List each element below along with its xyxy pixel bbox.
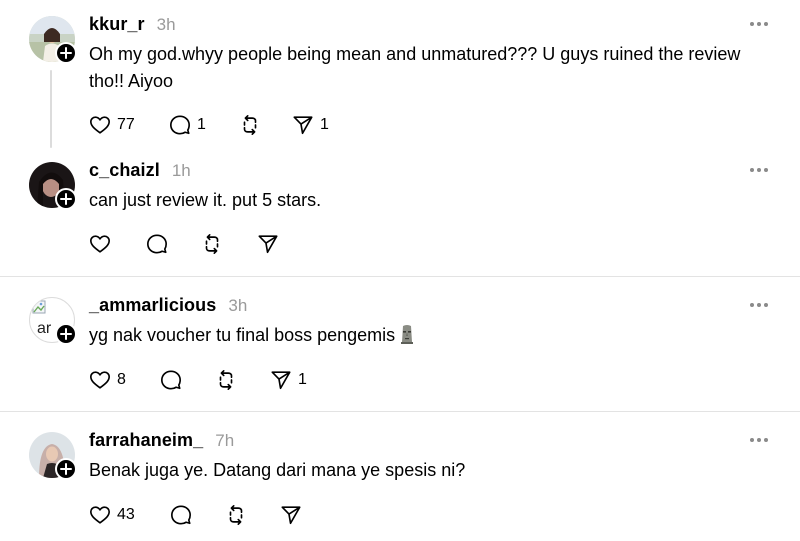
repost-button[interactable] bbox=[239, 113, 267, 137]
like-count: 77 bbox=[117, 116, 135, 133]
comment-icon bbox=[161, 370, 181, 390]
repost-button[interactable] bbox=[225, 503, 253, 527]
share-button[interactable]: 1 bbox=[292, 113, 329, 137]
follow-button[interactable] bbox=[55, 42, 77, 64]
timestamp: 7h bbox=[215, 431, 235, 450]
send-icon bbox=[271, 371, 291, 390]
post-text-content: yg nak voucher tu final boss pengemis bbox=[89, 325, 396, 345]
reply-post: c_chaizl 1h can just review it. put 5 st… bbox=[0, 150, 800, 276]
username[interactable]: _ammarlicious bbox=[89, 295, 216, 316]
heart-icon bbox=[90, 235, 110, 253]
post-header: kkur_r 3h bbox=[89, 14, 176, 35]
share-count: 1 bbox=[320, 116, 329, 133]
plus-icon bbox=[60, 47, 72, 59]
repost-icon bbox=[229, 505, 243, 525]
username[interactable]: kkur_r bbox=[89, 14, 145, 35]
avatar[interactable]: ar bbox=[29, 297, 77, 345]
more-options-button[interactable] bbox=[750, 302, 768, 308]
more-options-button[interactable] bbox=[750, 21, 768, 27]
like-button[interactable] bbox=[89, 232, 117, 256]
like-button[interactable]: 77 bbox=[89, 113, 135, 137]
repost-icon bbox=[243, 115, 257, 135]
timestamp: 3h bbox=[228, 296, 248, 315]
reply-button[interactable] bbox=[170, 503, 198, 527]
follow-button[interactable] bbox=[55, 188, 77, 210]
repost-button[interactable] bbox=[215, 368, 243, 392]
post-text: Oh my god.whyy people being mean and unm… bbox=[89, 44, 741, 91]
post-header: farrahaneim_ 7h bbox=[89, 430, 234, 451]
like-button[interactable]: 43 bbox=[89, 503, 135, 527]
post-text: Benak juga ye. Datang dari mana ye spesi… bbox=[89, 460, 466, 480]
share-button[interactable] bbox=[280, 503, 308, 527]
send-icon bbox=[281, 506, 301, 525]
username[interactable]: farrahaneim_ bbox=[89, 430, 203, 451]
plus-icon bbox=[60, 193, 72, 205]
repost-icon bbox=[205, 234, 219, 254]
reply-post: farrahaneim_ 7h Benak juga ye. Datang da… bbox=[0, 412, 800, 541]
reply-post: ar _ammarlicious 3h yg nak voucher tu fi… bbox=[0, 277, 800, 411]
avatar[interactable] bbox=[29, 162, 77, 210]
more-options-icon bbox=[750, 168, 754, 172]
plus-icon bbox=[60, 328, 72, 340]
post-header: c_chaizl 1h bbox=[89, 160, 191, 181]
share-button[interactable]: 1 bbox=[270, 368, 307, 392]
like-count: 43 bbox=[117, 506, 135, 523]
more-options-icon bbox=[750, 438, 754, 442]
heart-icon bbox=[90, 371, 110, 389]
share-button[interactable] bbox=[257, 232, 285, 256]
post-text: yg nak voucher tu final boss pengemis bbox=[89, 322, 769, 349]
heart-icon bbox=[90, 116, 110, 134]
follow-button[interactable] bbox=[55, 323, 77, 345]
share-count: 1 bbox=[298, 371, 307, 388]
timestamp: 1h bbox=[171, 161, 191, 180]
thread-line bbox=[50, 70, 52, 148]
post-text: can just review it. put 5 stars. bbox=[89, 190, 322, 210]
avatar[interactable] bbox=[29, 16, 77, 64]
moai-emoji-icon bbox=[401, 325, 414, 344]
heart-icon bbox=[90, 506, 110, 524]
comment-icon bbox=[170, 115, 190, 135]
reply-post: kkur_r 3h Oh my god.whyy people being me… bbox=[0, 0, 800, 150]
comment-icon bbox=[171, 505, 191, 525]
avatar[interactable] bbox=[29, 432, 77, 480]
repost-icon bbox=[219, 370, 233, 390]
reply-button[interactable] bbox=[160, 368, 188, 392]
plus-icon bbox=[60, 463, 72, 475]
more-options-icon bbox=[750, 303, 754, 307]
reply-button[interactable]: 1 bbox=[169, 113, 206, 137]
timestamp: 3h bbox=[156, 15, 176, 34]
broken-image-icon bbox=[32, 300, 46, 314]
send-icon bbox=[293, 116, 313, 135]
post-header: _ammarlicious 3h bbox=[89, 295, 247, 316]
more-options-button[interactable] bbox=[750, 167, 768, 173]
repost-button[interactable] bbox=[201, 232, 229, 256]
reply-button[interactable] bbox=[146, 232, 174, 256]
comment-icon bbox=[147, 234, 167, 254]
reply-count: 1 bbox=[197, 116, 206, 133]
like-button[interactable]: 8 bbox=[89, 368, 126, 392]
follow-button[interactable] bbox=[55, 458, 77, 480]
more-options-button[interactable] bbox=[750, 437, 768, 443]
more-options-icon bbox=[750, 22, 754, 26]
send-icon bbox=[258, 235, 278, 254]
like-count: 8 bbox=[117, 371, 126, 388]
avatar-alt-text: ar bbox=[37, 320, 52, 337]
username[interactable]: c_chaizl bbox=[89, 160, 160, 181]
